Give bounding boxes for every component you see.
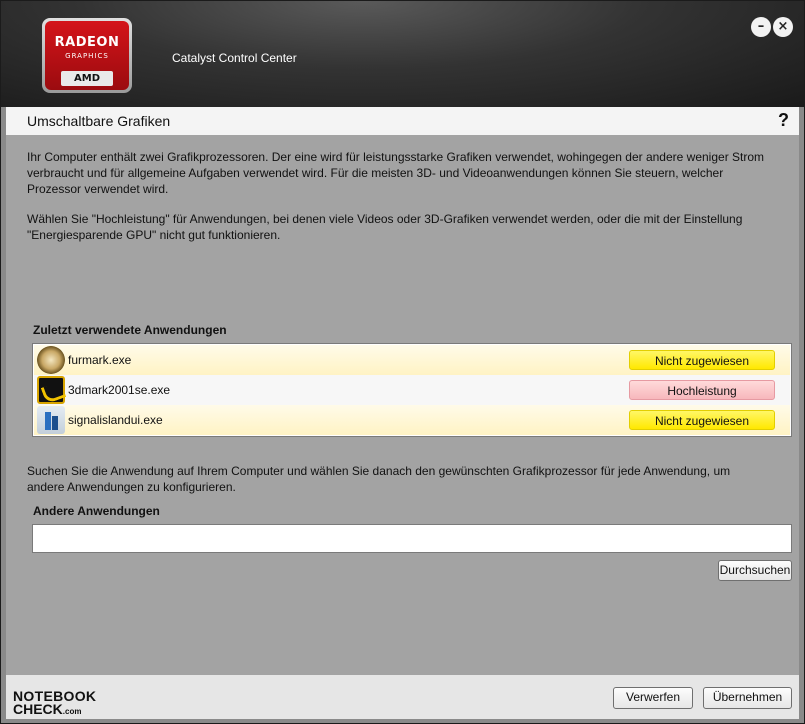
recent-apps-list: furmark.exe Nicht zugewiesen 3dmark2001s… xyxy=(32,343,792,437)
app-row-furmark[interactable]: furmark.exe Nicht zugewiesen xyxy=(34,345,790,375)
recent-apps-label: Zuletzt verwendete Anwendungen xyxy=(33,323,227,337)
browse-button[interactable]: Durchsuchen xyxy=(718,560,792,581)
main-content: Ihr Computer enthält zwei Grafikprozesso… xyxy=(6,135,799,675)
help-icon[interactable]: ? xyxy=(778,110,789,131)
other-apps-label: Andere Anwendungen xyxy=(33,504,160,518)
app-name: 3dmark2001se.exe xyxy=(68,383,171,397)
gpu-select[interactable]: Hochleistung xyxy=(629,380,775,400)
minimize-button[interactable]: – xyxy=(751,17,771,37)
logo-brand: RADEON xyxy=(54,35,120,50)
close-button[interactable]: × xyxy=(773,17,793,37)
intro-text: Ihr Computer enthält zwei Grafikprozesso… xyxy=(27,150,765,196)
apply-button[interactable]: Übernehmen xyxy=(703,687,792,709)
footer-bar: NOTEBOOK CHECK.com Verwerfen Übernehmen xyxy=(6,675,799,719)
app-name: furmark.exe xyxy=(68,353,132,367)
notebookcheck-watermark: NOTEBOOK CHECK.com xyxy=(13,688,97,717)
page-title: Umschaltbare Grafiken xyxy=(27,113,171,129)
logo-sub: GRAPHICS xyxy=(65,52,109,60)
gpu-select[interactable]: Nicht zugewiesen xyxy=(629,410,775,430)
signalisland-icon xyxy=(37,406,65,434)
other-apps-instructions: Suchen Sie die Anwendung auf Ihrem Compu… xyxy=(27,464,731,494)
app-name: signalislandui.exe xyxy=(68,413,163,427)
app-row-3dmark[interactable]: 3dmark2001se.exe Hochleistung xyxy=(34,375,790,405)
application-path-input[interactable] xyxy=(32,524,792,553)
logo-maker: AMD xyxy=(61,71,113,86)
gpu-select[interactable]: Nicht zugewiesen xyxy=(629,350,775,370)
header-banner: RADEON GRAPHICS AMD Catalyst Control Cen… xyxy=(1,1,804,107)
furmark-icon xyxy=(37,346,65,374)
radeon-logo: RADEON GRAPHICS AMD xyxy=(42,18,132,93)
discard-button[interactable]: Verwerfen xyxy=(613,687,693,709)
ccc-window: RADEON GRAPHICS AMD Catalyst Control Cen… xyxy=(0,0,805,724)
app-title: Catalyst Control Center xyxy=(172,51,297,65)
page-header: Umschaltbare Grafiken ? xyxy=(6,107,799,135)
hint-text: Wählen Sie "Hochleistung" für Anwendunge… xyxy=(27,212,743,242)
app-row-signalisland[interactable]: signalislandui.exe Nicht zugewiesen xyxy=(34,405,790,435)
3dmark-icon xyxy=(37,376,65,404)
